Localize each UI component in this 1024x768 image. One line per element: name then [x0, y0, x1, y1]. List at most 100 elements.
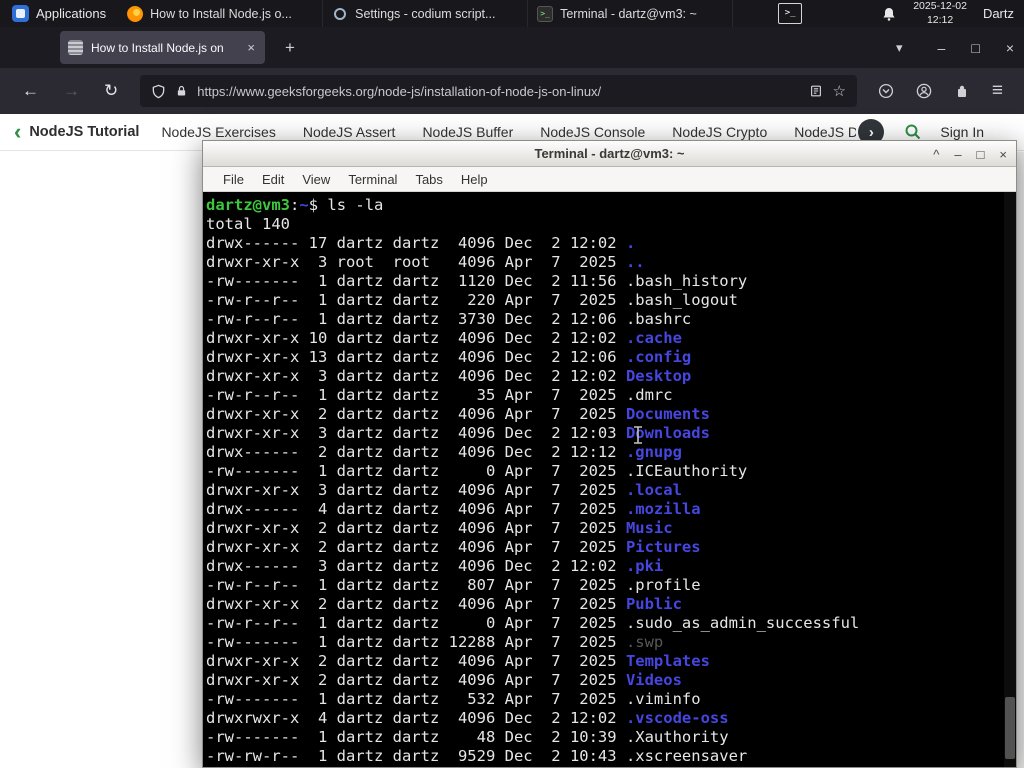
gfg-nav-item[interactable]: NodeJS Assert [303, 124, 396, 140]
panel-right: 2025-12-02 12:12 Dartz [881, 0, 1024, 26]
tab-title: How to Install Node.js on [91, 40, 224, 55]
terminal-total-line: total 140 [206, 215, 290, 233]
terminal-line: drwxr-xr-x 10 dartz dartz 4096 Dec 2 12:… [206, 329, 682, 347]
pocket-icon[interactable] [871, 83, 901, 99]
top-panel: Applications How to Install Node.js o...… [0, 0, 1024, 27]
terminal-menu-file[interactable]: File [214, 167, 253, 192]
reload-button[interactable]: ↻ [92, 81, 130, 101]
file-name: .bashrc [625, 310, 692, 328]
terminal-maximize-button[interactable]: □ [977, 148, 985, 161]
terminal-line: -rw-r--r-- 1 dartz dartz 220 Apr 7 2025 … [206, 291, 738, 309]
terminal-line: drwxr-xr-x 2 dartz dartz 4096 Apr 7 2025… [206, 595, 682, 613]
terminal-line: -rw-r--r-- 1 dartz dartz 35 Apr 7 2025 .… [206, 386, 673, 404]
gfg-nav-item[interactable]: NodeJS DNS [794, 124, 856, 140]
file-name: Music [625, 519, 673, 537]
file-name: .profile [625, 576, 701, 594]
file-name: Desktop [625, 367, 692, 385]
terminal-body[interactable]: dartz@vm3:~$ ls -la total 140 drwx------… [203, 192, 1016, 767]
taskbar-window-terminal[interactable]: >_ Terminal - dartz@vm3: ~ [528, 0, 734, 27]
desktop: Applications How to Install Node.js o...… [0, 0, 1024, 768]
file-name: .sudo_as_admin_successful [625, 614, 860, 632]
terminal-output: drwx------ 17 dartz dartz 4096 Dec 2 12:… [206, 234, 1000, 766]
terminal-close-button[interactable]: × [999, 148, 1007, 161]
applications-menu-button[interactable]: Applications [0, 0, 118, 27]
window-maximize-button[interactable]: □ [958, 40, 992, 56]
terminal-line: -rw-r--r-- 1 dartz dartz 807 Apr 7 2025 … [206, 576, 701, 594]
terminal-line: -rw------- 1 dartz dartz 1120 Dec 2 11:5… [206, 272, 748, 290]
file-name: .bash_logout [625, 291, 738, 309]
terminal-window: Terminal - dartz@vm3: ~ ^ – □ × File Edit… [202, 140, 1017, 768]
text-cursor-ibeam [632, 425, 644, 445]
panel-clock[interactable]: 2025-12-02 12:12 [913, 0, 967, 26]
terminal-window-title: Terminal - dartz@vm3: ~ [534, 146, 685, 161]
list-all-tabs-icon[interactable]: ▾ [874, 40, 925, 56]
tab-favicon [68, 40, 83, 55]
new-tab-button[interactable]: + [277, 36, 303, 60]
prompt-user-host: dartz@vm3 [206, 196, 290, 214]
terminal-line: drwx------ 4 dartz dartz 4096 Apr 7 2025… [206, 500, 701, 518]
terminal-line: drwx------ 17 dartz dartz 4096 Dec 2 12:… [206, 234, 636, 252]
page-scrollbar[interactable] [1017, 152, 1024, 768]
browser-tab-active[interactable]: How to Install Node.js on × [60, 31, 265, 64]
terminal-titlebar[interactable]: Terminal - dartz@vm3: ~ ^ – □ × [203, 141, 1016, 167]
firefox-icon [127, 5, 144, 22]
extensions-icon[interactable] [947, 83, 977, 99]
terminal-scrollbar[interactable] [1004, 192, 1016, 767]
file-name: .gnupg [625, 443, 682, 461]
tracking-shield-icon[interactable] [151, 84, 166, 99]
gfg-tutorial-label[interactable]: NodeJS Tutorial [29, 124, 139, 140]
lock-icon[interactable] [175, 84, 188, 98]
terminal-menu-tabs[interactable]: Tabs [406, 167, 451, 192]
tabbar-right-controls: ▾ – □ × [874, 40, 1024, 56]
nav-back-chevron-icon[interactable]: ‹ [14, 121, 21, 143]
gfg-nav-item[interactable]: NodeJS Exercises [161, 124, 275, 140]
tray-terminal-icon[interactable]: >_ [778, 3, 803, 24]
terminal-command: ls -la [318, 196, 384, 214]
file-name: Documents [625, 405, 710, 423]
file-name: .Xauthority [625, 728, 729, 746]
terminal-line: drwxr-xr-x 3 dartz dartz 4096 Dec 2 12:0… [206, 367, 692, 385]
window-minimize-button[interactable]: – [925, 40, 959, 56]
gfg-nav-item[interactable]: NodeJS Buffer [422, 124, 513, 140]
url-text[interactable]: https://www.geeksforgeeks.org/node-js/in… [197, 84, 800, 99]
terminal-prompt-line: dartz@vm3:~$ ls -la [206, 196, 1000, 215]
taskbar-window-settings[interactable]: Settings - codium script... [323, 0, 529, 27]
file-name: .mozilla [625, 500, 701, 518]
url-bar[interactable]: https://www.geeksforgeeks.org/node-js/in… [140, 75, 857, 107]
terminal-menu-edit[interactable]: Edit [253, 167, 293, 192]
taskbar-window-firefox[interactable]: How to Install Node.js o... [118, 0, 324, 27]
terminal-menu-view[interactable]: View [293, 167, 339, 192]
account-icon[interactable] [909, 83, 939, 99]
clock-time: 12:12 [926, 13, 954, 26]
terminal-icon: >_ [537, 5, 554, 22]
file-name: .swp [625, 633, 664, 651]
terminal-scrollbar-thumb[interactable] [1005, 697, 1015, 759]
terminal-minimize-button[interactable]: – [954, 148, 961, 161]
window-close-button[interactable]: × [993, 40, 1024, 56]
file-name: .viminfo [625, 690, 701, 708]
search-icon[interactable] [904, 123, 922, 141]
terminal-line: drwxr-xr-x 2 dartz dartz 4096 Apr 7 2025… [206, 519, 673, 537]
terminal-menu-terminal[interactable]: Terminal [339, 167, 406, 192]
file-name: .ICEauthority [625, 462, 748, 480]
applications-label: Applications [36, 6, 107, 21]
file-name: .vscode-oss [625, 709, 729, 727]
menu-icon[interactable]: ≡ [985, 80, 1010, 102]
terminal-line: drwxr-xr-x 2 dartz dartz 4096 Apr 7 2025… [206, 405, 710, 423]
reader-view-icon[interactable] [809, 84, 823, 98]
gfg-nav-item[interactable]: NodeJS Console [540, 124, 645, 140]
gfg-nav-item[interactable]: NodeJS Crypto [672, 124, 767, 140]
taskbar-window-title: Terminal - dartz@vm3: ~ [560, 6, 697, 21]
notification-bell-icon[interactable] [881, 6, 897, 22]
tab-close-icon[interactable]: × [245, 40, 257, 55]
back-button[interactable]: ← [10, 81, 51, 101]
forward-button[interactable]: → [51, 81, 92, 101]
terminal-menubar: File Edit View Terminal Tabs Help [203, 167, 1016, 192]
terminal-line: -rw-r--r-- 1 dartz dartz 3730 Dec 2 12:0… [206, 310, 692, 328]
sign-in-button[interactable]: Sign In [940, 124, 984, 140]
panel-user-label: Dartz [982, 6, 1014, 21]
bookmark-star-icon[interactable]: ☆ [832, 82, 845, 100]
terminal-menu-help[interactable]: Help [452, 167, 497, 192]
terminal-line: drwxr-xr-x 2 dartz dartz 4096 Apr 7 2025… [206, 671, 682, 689]
terminal-shade-button[interactable]: ^ [933, 148, 939, 161]
